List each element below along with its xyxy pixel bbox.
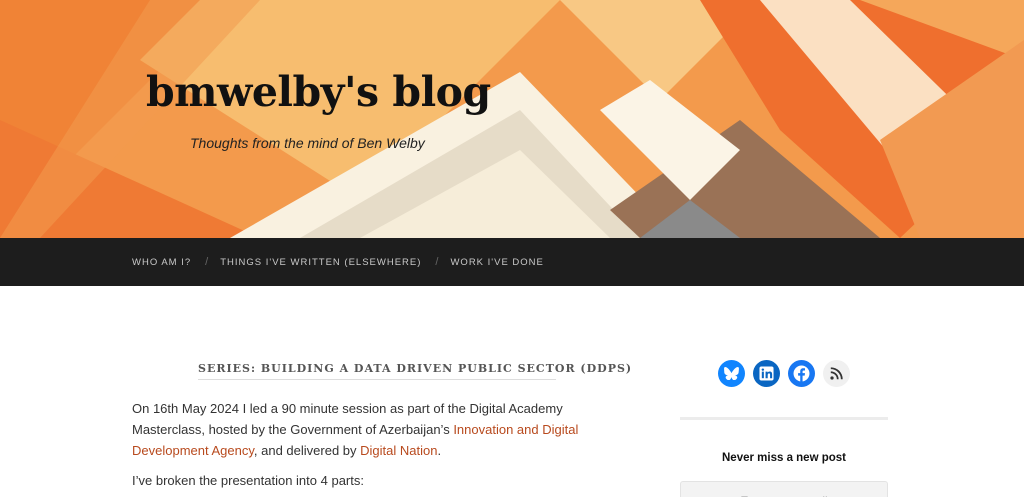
site-tagline: Thoughts from the mind of Ben Welby [190,135,425,151]
header-background-image [0,0,1024,238]
site-title[interactable]: bmwelby's blog [146,68,491,116]
rss-icon[interactable] [823,360,850,387]
bluesky-icon[interactable] [718,360,745,387]
header-banner: bmwelby's blog Thoughts from the mind of… [0,0,1024,238]
parts-paragraph: I’ve broken the presentation into 4 part… [132,473,364,488]
facebook-icon[interactable] [788,360,815,387]
nav-item-who-am-i[interactable]: WHO AM I? [132,257,191,268]
email-input[interactable] [680,481,888,497]
social-links [718,360,850,387]
main-navigation: WHO AM I? / THINGS I'VE WRITTEN (ELSEWHE… [0,238,1024,286]
nav-list: WHO AM I? / THINGS I'VE WRITTEN (ELSEWHE… [132,238,544,286]
nav-separator: / [435,256,439,268]
nav-item-things-ive-written[interactable]: THINGS I'VE WRITTEN (ELSEWHERE) [220,257,421,268]
sidebar-divider [680,417,888,420]
intro-paragraph: On 16th May 2024 I led a 90 minute sessi… [132,398,612,461]
nav-item-work-ive-done[interactable]: WORK I'VE DONE [450,257,543,268]
nav-separator: / [205,256,209,268]
linkedin-icon[interactable] [753,360,780,387]
linkedin-glyph [759,366,774,381]
series-heading: SERIES: BUILDING A DATA DRIVEN PUBLIC SE… [198,362,631,380]
digital-nation-link[interactable]: Digital Nation [360,443,437,458]
newsletter-title: Never miss a new post [722,452,846,464]
bluesky-glyph [724,367,739,380]
intro-text-part-2: , and delivered by [253,443,361,458]
facebook-glyph [793,365,810,382]
rss-glyph [830,367,843,380]
intro-text-part-3: . [437,443,442,458]
